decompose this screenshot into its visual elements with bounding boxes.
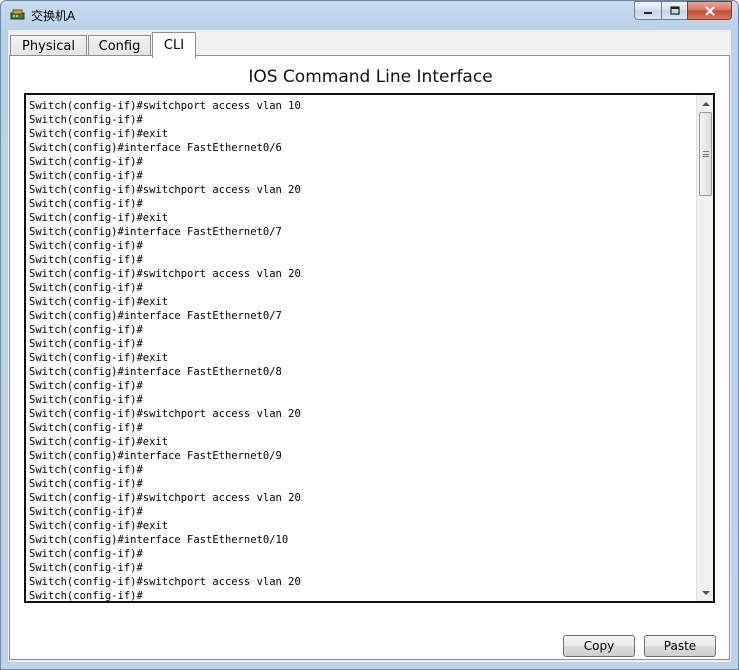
terminal-line: Switch(config-if)# [29,506,143,518]
terminal-line: Switch(config-if)# [29,114,143,126]
scroll-down-button[interactable] [697,584,713,601]
terminal-line: Switch(config-if)#switchport access vlan… [29,408,301,420]
maximize-icon [669,6,680,15]
terminal-line: Switch(config-if)# [29,282,143,294]
scroll-up-button[interactable] [697,95,713,112]
terminal-line: Switch(config)#interface FastEthernet0/1… [29,534,289,546]
terminal-line: Switch(config-if)#exit [29,212,169,224]
maximize-button[interactable] [661,1,687,20]
terminal-line: Switch(config-if)# [29,198,143,210]
tab-config[interactable]: Config [88,35,151,57]
terminal-line: Switch(config-if)#switchport access vlan… [29,100,301,112]
scroll-thumb[interactable] [699,112,712,196]
terminal-line: Switch(config-if)# [29,338,143,350]
window-title: 交换机A [31,9,76,23]
cli-heading: IOS Command Line Interface [248,67,493,87]
grip-icon [703,151,709,157]
terminal-line: Switch(config-if)#switchport access vlan… [29,184,301,196]
terminal-line: Switch(config-if)# [29,254,143,266]
terminal-line: Switch(config-if)#exit [29,352,169,364]
paste-button[interactable]: Paste [644,635,716,657]
cli-panel: IOS Command Line Interface Switch(config… [9,55,730,660]
close-button[interactable] [687,1,732,20]
terminal-line: Switch(config-if)# [29,548,143,560]
terminal-line: Switch(config-if)#exit [29,520,169,532]
window-controls [634,1,732,21]
terminal-line: Switch(config-if)#exit [29,128,169,140]
minimize-button[interactable] [634,1,661,20]
terminal-line: Switch(config-if)# [29,478,143,490]
terminal-line: Switch(config-if)# [29,170,143,182]
tab-physical[interactable]: Physical [10,35,87,57]
terminal-line: Switch(config-if)#switchport access vlan… [29,576,301,588]
cli-terminal[interactable]: Switch(config-if)#switchport access vlan… [24,93,715,603]
terminal-line: Switch(config-if)# [29,324,143,336]
arrow-down-icon [701,590,710,595]
terminal-line: Switch(config-if)# [29,156,143,168]
close-icon [704,5,715,16]
minimize-icon [644,11,652,14]
terminal-line: Switch(config-if)# [29,380,143,392]
terminal-line: Switch(config-if)# [29,240,143,252]
terminal-line: Switch(config)#interface FastEthernet0/7 [29,310,282,322]
copy-button[interactable]: Copy [563,635,635,657]
cli-window: 交换机A Physical Config CLI IOS Command Lin… [0,0,739,670]
terminal-line: Switch(config)#interface FastEthernet0/9 [29,450,282,462]
terminal-line: Switch(config)#interface FastEthernet0/8 [29,366,282,378]
switch-device-icon [10,9,25,20]
terminal-line: Switch(config-if)# [29,590,143,602]
window-content: Physical Config CLI IOS Command Line Int… [8,30,731,662]
terminal-scrollbar[interactable] [696,95,713,601]
terminal-line: Switch(config)#interface FastEthernet0/7 [29,226,282,238]
terminal-output[interactable]: Switch(config-if)#switchport access vlan… [29,99,697,602]
terminal-line: Switch(config-if)# [29,394,143,406]
terminal-line: Switch(config-if)# [29,422,143,434]
terminal-line: Switch(config-if)# [29,562,143,574]
tab-cli[interactable]: CLI [152,32,196,58]
arrow-up-icon [701,101,710,106]
terminal-line: Switch(config-if)#exit [29,436,169,448]
terminal-line: Switch(config-if)#switchport access vlan… [29,268,301,280]
terminal-line: Switch(config-if)# [29,464,143,476]
terminal-line: Switch(config-if)#exit [29,296,169,308]
terminal-line: Switch(config)#interface FastEthernet0/6 [29,142,282,154]
terminal-line: Switch(config-if)#switchport access vlan… [29,492,301,504]
title-bar[interactable]: 交换机A [1,1,738,30]
